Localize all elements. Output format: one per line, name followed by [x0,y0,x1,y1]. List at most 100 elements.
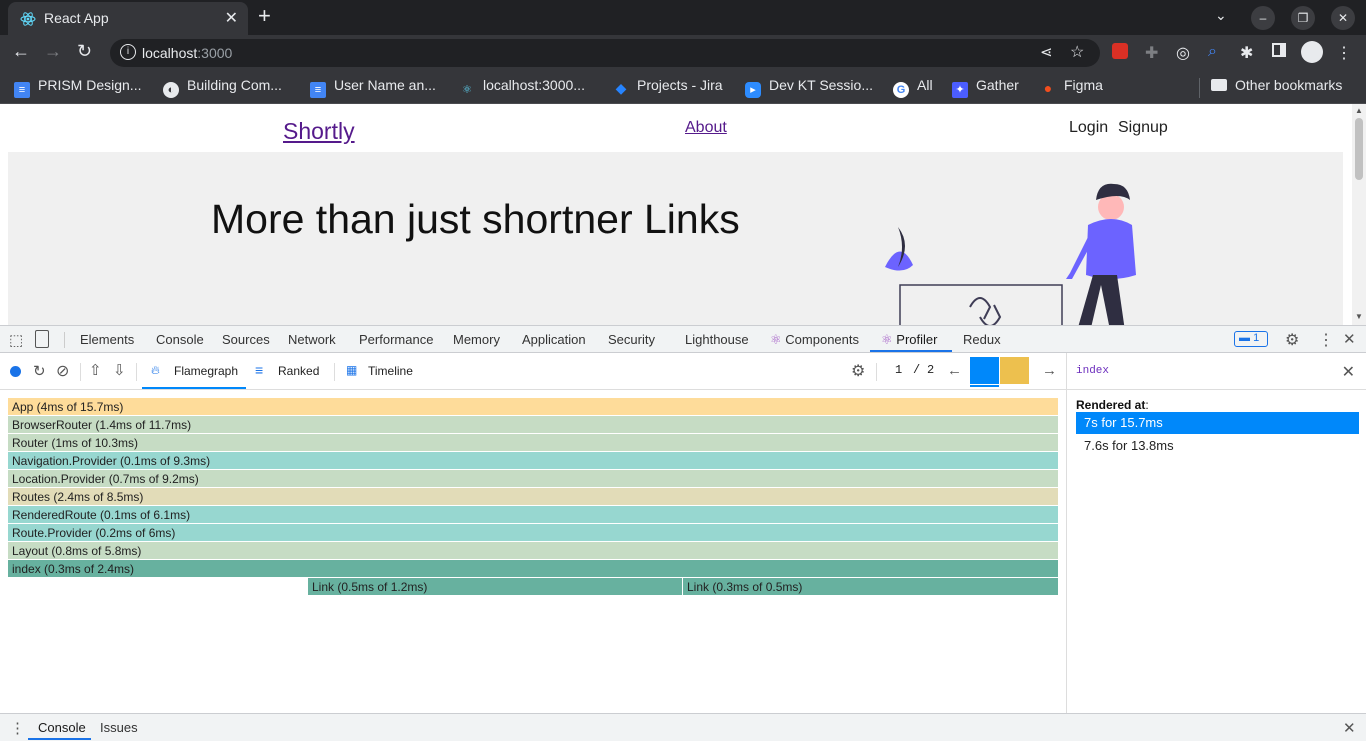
profile-avatar[interactable] [1301,41,1323,63]
tabs-divider [64,332,65,348]
bookmark-item[interactable]: ▸ Dev KT Sessio... [745,77,873,98]
next-commit-icon[interactable]: → [1042,362,1057,379]
restore-icon[interactable]: ❐ [1291,6,1315,30]
record-icon[interactable] [10,366,21,377]
bookmark-item[interactable]: ◐ Building Com... [163,77,282,98]
prev-commit-icon[interactable]: ← [947,362,962,379]
close-devtools-icon[interactable]: ✕ [1343,330,1356,348]
flamegraph-bar[interactable]: RenderedRoute (0.1ms of 6.1ms) [8,506,1058,523]
address-bar[interactable]: i localhost:3000 ⋖ ☆ [110,39,1100,67]
reload-profile-icon[interactable]: ↻ [33,362,46,380]
flamegraph-bar[interactable]: Location.Provider (0.7ms of 9.2ms) [8,470,1058,487]
flamegraph-bar[interactable]: App (4ms of 15.7ms) [8,398,1058,415]
tab-application[interactable]: Application [522,332,586,347]
bookmark-item[interactable]: ● Figma [1040,77,1103,96]
tab-profiler[interactable]: ⚛ Profiler [881,332,937,348]
minimize-icon[interactable]: – [1251,6,1275,30]
tab-console[interactable]: Console [156,332,204,347]
bookmark-item[interactable]: ≡ PRISM Design... [14,77,141,98]
timeline-icon: ▦ [346,363,358,377]
extension-red-icon[interactable] [1112,43,1128,59]
settings-gear-icon[interactable]: ⚙ [1285,330,1299,350]
site-logo[interactable]: Shortly [283,118,355,145]
inspect-element-icon[interactable]: ⬚ [9,331,23,349]
url-text: localhost:3000 [142,45,233,61]
commit-bar-1[interactable] [970,357,999,384]
flamegraph-bar[interactable]: Route.Provider (0.2ms of 6ms) [8,524,1058,541]
other-bookmarks[interactable]: Other bookmarks [1211,77,1342,93]
side-panel-icon[interactable] [1272,43,1286,57]
close-window-icon[interactable]: ✕ [1331,6,1355,30]
tab-elements[interactable]: Elements [80,332,134,347]
bookmark-star-icon[interactable]: ☆ [1070,42,1084,62]
tab-components[interactable]: ⚛ Components [770,332,859,348]
flamegraph-bar[interactable]: Router (1ms of 10.3ms) [8,434,1058,451]
scrollbar-thumb[interactable] [1355,118,1363,180]
tab-network[interactable]: Network [288,332,336,347]
toolbar-divider [334,363,335,381]
bookmark-item[interactable]: ✦ Gather [952,77,1019,98]
bookmark-item[interactable]: ◆ Projects - Jira [613,77,723,96]
extension-target-icon[interactable]: ◎ [1176,43,1190,63]
scroll-down-icon[interactable]: ▼ [1355,312,1363,321]
flamegraph-bar[interactable]: Routes (2.4ms of 8.5ms) [8,488,1058,505]
new-tab-icon[interactable]: + [258,3,271,29]
devtools-menu-icon[interactable]: ⋮ [1318,330,1334,350]
forward-icon[interactable]: → [44,41,62,62]
tab-lighthouse[interactable]: Lighthouse [685,332,749,347]
menu-kebab-icon[interactable]: ⋮ [1336,43,1352,63]
extensions-puzzle-icon[interactable]: ✱ [1240,43,1253,63]
extension-search-icon[interactable]: ⌕ [1208,43,1217,61]
page-scrollbar[interactable]: ▲ ▼ [1352,104,1366,325]
flamegraph-bar[interactable]: Navigation.Provider (0.1ms of 9.3ms) [8,452,1058,469]
tab-search-icon[interactable]: ⌄ [1215,7,1227,24]
browser-tab[interactable]: React App ✕ [8,2,248,35]
hero-illustration [885,183,1136,325]
tab-security[interactable]: Security [608,332,655,347]
site-info-icon[interactable]: i [120,44,136,60]
flamegraph-bar[interactable]: Layout (0.8ms of 5.8ms) [8,542,1058,559]
close-tab-icon[interactable]: ✕ [225,8,238,28]
commit-bar-selected-indicator [970,385,999,387]
commit-bar-2[interactable] [1000,357,1029,384]
drawer-tab-issues[interactable]: Issues [100,720,138,735]
login-link[interactable]: Login [1069,119,1108,137]
tab-performance[interactable]: Performance [359,332,433,347]
toolbar-divider [876,363,877,381]
load-profile-icon[interactable]: ⇧ [89,361,102,379]
extension-plus-icon[interactable]: ✚ [1145,43,1158,63]
bookmark-item[interactable]: ≡ User Name an... [310,77,436,98]
close-drawer-icon[interactable]: ✕ [1343,719,1356,737]
flamegraph-bar[interactable]: Link (0.5ms of 1.2ms) [308,578,682,595]
google-icon: G [893,82,909,98]
tab-redux[interactable]: Redux [963,332,1001,347]
render-entry[interactable]: 7.6s for 13.8ms [1076,435,1359,457]
profiler-settings-icon[interactable]: ⚙ [851,361,865,381]
issues-badge[interactable]: ▬ 1 [1234,331,1268,347]
view-flamegraph[interactable]: Flamegraph [174,364,238,378]
close-details-icon[interactable]: ✕ [1342,362,1355,382]
nav-about-link[interactable]: About [685,119,727,137]
signup-link[interactable]: Signup [1118,119,1168,137]
flamegraph-bar[interactable]: BrowserRouter (1.4ms of 11.7ms) [8,416,1058,433]
flamegraph-bar-selected[interactable]: index (0.3ms of 2.4ms) [8,560,1058,577]
details-header: index ✕ [1067,353,1366,390]
jira-icon: ◆ [615,80,627,96]
back-icon[interactable]: ← [12,41,30,62]
flamegraph-bar[interactable]: Link (0.3ms of 0.5ms) [683,578,1058,595]
bookmark-item[interactable]: G All [893,77,933,98]
drawer-menu-icon[interactable]: ⋮ [10,719,25,737]
device-toolbar-icon[interactable] [35,330,49,348]
reload-icon[interactable]: ↻ [77,41,92,62]
drawer-tab-console[interactable]: Console [38,720,86,735]
scroll-up-icon[interactable]: ▲ [1355,106,1363,115]
tab-sources[interactable]: Sources [222,332,270,347]
share-icon[interactable]: ⋖ [1040,43,1053,61]
tab-memory[interactable]: Memory [453,332,500,347]
view-ranked[interactable]: Ranked [278,364,319,378]
clear-icon[interactable]: ⊘ [56,361,69,381]
render-entry-selected[interactable]: 7s for 15.7ms [1076,412,1359,434]
bookmark-item[interactable]: ⚛ localhost:3000... [459,77,585,98]
view-timeline[interactable]: Timeline [368,364,413,378]
save-profile-icon[interactable]: ⇩ [113,361,126,379]
